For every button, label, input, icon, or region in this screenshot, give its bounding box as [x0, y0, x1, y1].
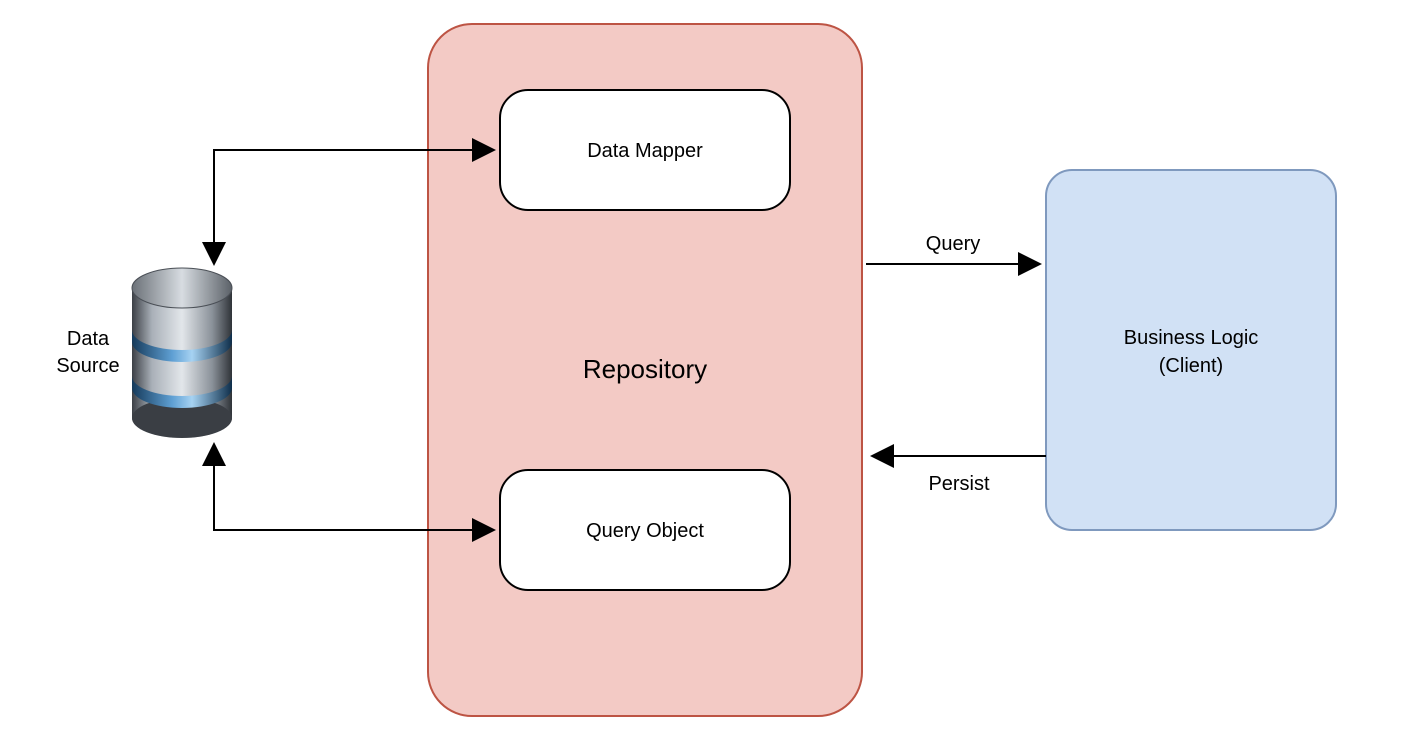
business-logic-label-2: (Client)	[1159, 355, 1223, 377]
arrow-query-label: Query	[926, 233, 980, 255]
query-object-label: Query Object	[586, 520, 704, 542]
data-source-label-1: Data	[67, 328, 110, 350]
query-object-box: Query Object	[500, 470, 790, 590]
business-logic-box: Business Logic (Client)	[1046, 170, 1336, 530]
arrow-persist-label: Persist	[928, 473, 990, 495]
data-source-label: Data Source	[56, 328, 119, 377]
data-mapper-label: Data Mapper	[587, 140, 703, 162]
data-mapper-box: Data Mapper	[500, 90, 790, 210]
business-logic-label-1: Business Logic	[1124, 327, 1259, 349]
database-icon	[132, 268, 232, 438]
data-source-label-2: Source	[56, 355, 119, 377]
repository-label: Repository	[583, 354, 707, 384]
diagram-canvas: Repository Data Mapper Query Object Busi…	[0, 0, 1409, 744]
